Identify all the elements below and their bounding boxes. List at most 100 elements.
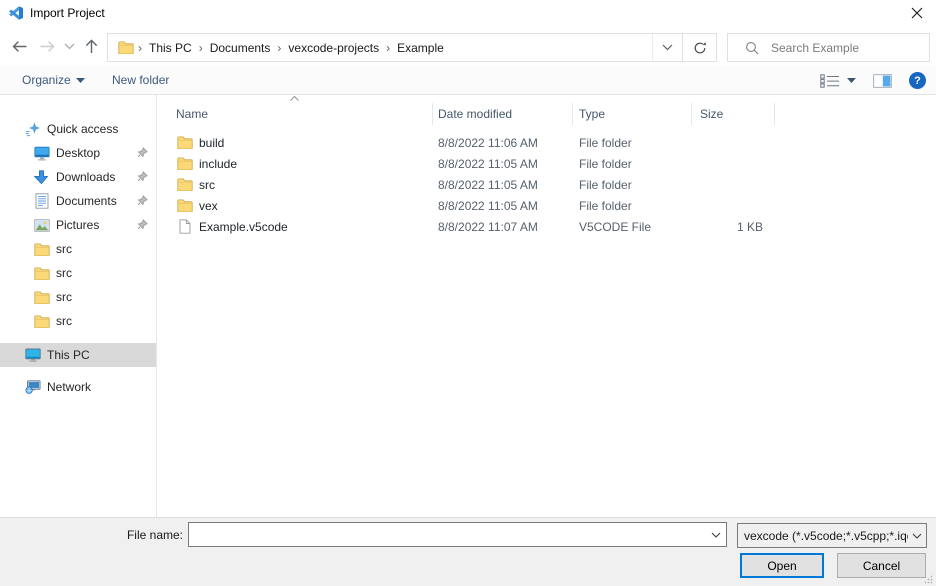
- sidebar-item-label: src: [56, 242, 72, 256]
- caret-down-icon: [76, 78, 85, 83]
- sidebar-item-label: src: [56, 314, 72, 328]
- sidebar-item-this-pc[interactable]: This PC: [0, 343, 156, 367]
- details-view-icon[interactable]: [820, 74, 840, 88]
- preview-pane-icon[interactable]: [873, 74, 892, 88]
- help-glyph: ?: [914, 75, 921, 87]
- sidebar-item-pictures[interactable]: Pictures: [0, 213, 156, 237]
- address-dropdown-chevron-icon[interactable]: [652, 34, 682, 61]
- sidebar-item-label: src: [56, 266, 72, 280]
- network-icon: [24, 380, 41, 394]
- file-type: File folder: [573, 199, 692, 213]
- pin-icon: [137, 219, 148, 230]
- sidebar-item-downloads[interactable]: Downloads: [0, 165, 156, 189]
- organize-button[interactable]: Organize: [22, 73, 85, 87]
- sidebar-item-label: Desktop: [56, 146, 100, 160]
- file-row[interactable]: include 8/8/2022 11:05 AM File folder: [157, 153, 936, 174]
- open-button[interactable]: Open: [740, 553, 824, 578]
- file-rows: build 8/8/2022 11:06 AM File folder incl…: [157, 132, 936, 237]
- open-button-label: Open: [767, 559, 796, 573]
- sidebar-item-src[interactable]: src: [0, 237, 156, 261]
- pin-icon: [137, 147, 148, 158]
- recent-locations-chevron-icon[interactable]: [64, 43, 75, 50]
- title-bar: Import Project: [0, 0, 936, 26]
- view-dropdown-caret-icon[interactable]: [847, 78, 856, 83]
- file-date: 8/8/2022 11:05 AM: [433, 199, 573, 213]
- search-box: [727, 33, 930, 62]
- file-name-input[interactable]: [189, 523, 706, 546]
- pin-icon: [137, 171, 148, 182]
- sidebar-item-desktop[interactable]: Desktop: [0, 141, 156, 165]
- window-title: Import Project: [30, 6, 105, 20]
- column-header-name[interactable]: Name: [157, 103, 433, 125]
- file-name: include: [199, 157, 237, 171]
- sort-ascending-icon: [290, 96, 299, 101]
- folder-icon: [33, 267, 50, 280]
- filter-dropdown-chevron-icon: [908, 533, 926, 539]
- breadcrumb-this-pc[interactable]: This PC: [143, 34, 198, 61]
- sidebar-item-label: This PC: [47, 348, 90, 362]
- resize-grip[interactable]: [924, 575, 933, 584]
- file-type-filter-dropdown[interactable]: vexcode (*.v5code;*.v5cpp;*.iqc: [737, 523, 927, 548]
- navigation-pane: Quick access Desktop Downloads: [0, 95, 157, 517]
- file-size: 1 KB: [692, 220, 775, 234]
- forward-button[interactable]: [38, 39, 57, 54]
- folder-icon: [177, 178, 193, 191]
- sidebar-item-documents[interactable]: Documents: [0, 189, 156, 213]
- file-date: 8/8/2022 11:06 AM: [433, 136, 573, 150]
- sidebar-item-label: Network: [47, 380, 91, 394]
- help-icon[interactable]: ?: [909, 72, 926, 89]
- file-name-combobox: [188, 522, 727, 547]
- search-icon: [745, 41, 759, 55]
- back-button[interactable]: [10, 39, 29, 54]
- search-input[interactable]: [769, 40, 929, 56]
- column-header-date-modified[interactable]: Date modified: [433, 103, 573, 125]
- downloads-arrow-icon: [33, 170, 50, 185]
- refresh-icon[interactable]: [682, 34, 716, 61]
- new-folder-button[interactable]: New folder: [112, 73, 169, 87]
- column-header-type[interactable]: Type: [573, 103, 692, 125]
- file-type: File folder: [573, 157, 692, 171]
- file-row[interactable]: Example.v5code 8/8/2022 11:07 AM V5CODE …: [157, 216, 936, 237]
- breadcrumb-example[interactable]: Example: [391, 34, 450, 61]
- file-row[interactable]: vex 8/8/2022 11:05 AM File folder: [157, 195, 936, 216]
- cancel-button-label: Cancel: [863, 559, 900, 573]
- file-type: V5CODE File: [573, 220, 692, 234]
- close-icon[interactable]: [903, 3, 931, 23]
- sidebar-item-quick-access[interactable]: Quick access: [0, 117, 156, 141]
- sidebar-item-src[interactable]: src: [0, 285, 156, 309]
- file-row[interactable]: src 8/8/2022 11:05 AM File folder: [157, 174, 936, 195]
- file-name-dropdown-chevron-icon[interactable]: [706, 523, 726, 546]
- file-row[interactable]: build 8/8/2022 11:06 AM File folder: [157, 132, 936, 153]
- sidebar-item-label: Pictures: [56, 218, 99, 232]
- folder-icon: [177, 157, 193, 170]
- desktop-icon: [33, 146, 50, 161]
- file-name: vex: [199, 199, 218, 213]
- column-header-size[interactable]: Size: [692, 103, 775, 125]
- file-list: Name Date modified Type Size build 8/8/2…: [157, 95, 936, 517]
- file-name: build: [199, 136, 224, 150]
- file-type: File folder: [573, 136, 692, 150]
- sidebar-item-src[interactable]: src: [0, 261, 156, 285]
- cancel-button[interactable]: Cancel: [837, 553, 926, 578]
- breadcrumb-documents[interactable]: Documents: [204, 34, 277, 61]
- dialog-footer: File name: vexcode (*.v5code;*.v5cpp;*.i…: [0, 517, 936, 586]
- organize-label: Organize: [22, 73, 71, 87]
- quick-access-star-icon: [24, 121, 41, 137]
- file-name: Example.v5code: [199, 220, 288, 234]
- address-bar: › This PC › Documents › vexcode-projects…: [107, 33, 717, 62]
- file-type: File folder: [573, 178, 692, 192]
- this-pc-icon: [24, 348, 41, 362]
- file-date: 8/8/2022 11:05 AM: [433, 157, 573, 171]
- folder-icon: [33, 243, 50, 256]
- folder-icon: [177, 136, 193, 149]
- sidebar-item-label: src: [56, 290, 72, 304]
- up-button[interactable]: [83, 38, 100, 55]
- pin-icon: [137, 195, 148, 206]
- breadcrumb-vexcode-projects[interactable]: vexcode-projects: [282, 34, 385, 61]
- file-type-filter-value: vexcode (*.v5code;*.v5cpp;*.iqc: [738, 529, 908, 543]
- sidebar-item-src[interactable]: src: [0, 309, 156, 333]
- vexcode-logo-icon: [8, 5, 24, 21]
- documents-icon: [33, 193, 50, 209]
- sidebar-item-network[interactable]: Network: [0, 375, 156, 399]
- folder-icon[interactable]: [118, 41, 134, 54]
